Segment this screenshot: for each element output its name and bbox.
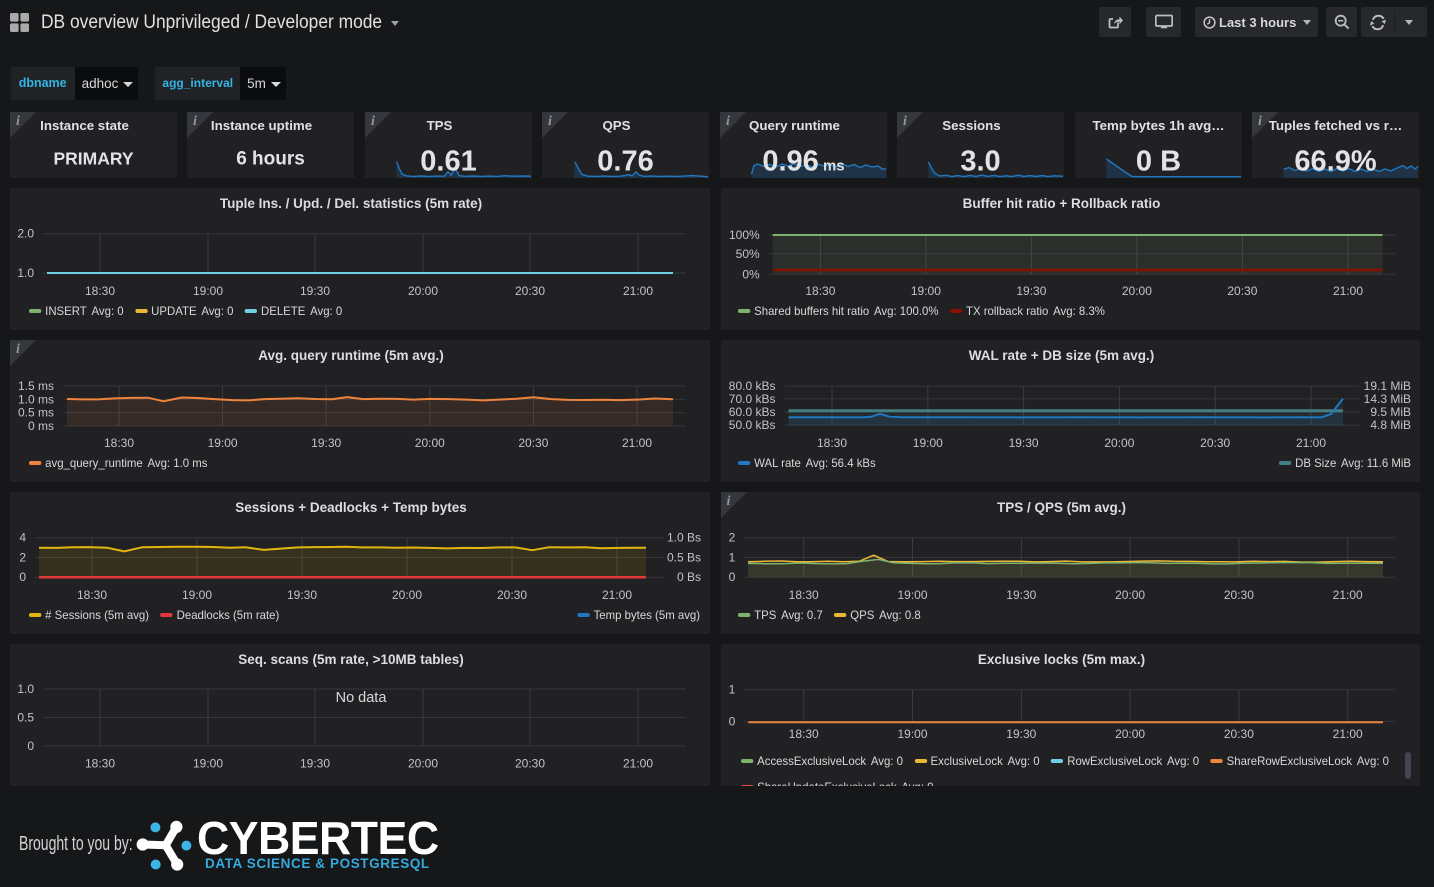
svg-text:9.5 MiB: 9.5 MiB bbox=[1370, 404, 1411, 418]
svg-text:2: 2 bbox=[728, 530, 735, 544]
svg-text:Exclusive locks (5m max.): Exclusive locks (5m max.) bbox=[977, 652, 1144, 667]
svg-text:21:00: 21:00 bbox=[623, 756, 653, 770]
svg-text:19:30: 19:30 bbox=[287, 588, 317, 602]
svg-text:19:00: 19:00 bbox=[193, 756, 223, 770]
svg-text:18:30: 18:30 bbox=[788, 727, 818, 741]
svg-text:20:00: 20:00 bbox=[1115, 727, 1145, 741]
svg-text:18:30: 18:30 bbox=[816, 436, 846, 450]
svg-text:100%: 100% bbox=[728, 228, 759, 242]
svg-text:18:30: 18:30 bbox=[104, 436, 134, 450]
svg-text:50%: 50% bbox=[735, 246, 759, 260]
svg-text:19:00: 19:00 bbox=[910, 284, 940, 298]
svg-text:0 Bs: 0 Bs bbox=[677, 570, 701, 584]
svg-text:1: 1 bbox=[728, 682, 735, 696]
svg-text:20:30: 20:30 bbox=[1227, 284, 1257, 298]
svg-text:20:30: 20:30 bbox=[1223, 727, 1253, 741]
svg-text:1: 1 bbox=[728, 550, 735, 564]
svg-text:50.0 kBs: 50.0 kBs bbox=[728, 418, 775, 432]
svg-text:20:00: 20:00 bbox=[1104, 436, 1134, 450]
svg-text:21:00: 21:00 bbox=[1295, 436, 1325, 450]
svg-text:19:30: 19:30 bbox=[311, 436, 341, 450]
svg-text:20:30: 20:30 bbox=[497, 588, 527, 602]
svg-text:18:30: 18:30 bbox=[788, 588, 818, 602]
svg-text:1.5 ms: 1.5 ms bbox=[18, 379, 54, 393]
svg-text:1.0 Bs: 1.0 Bs bbox=[667, 530, 701, 544]
svg-text:18:30: 18:30 bbox=[805, 284, 835, 298]
svg-text:2.0: 2.0 bbox=[17, 226, 34, 240]
svg-text:70.0 kBs: 70.0 kBs bbox=[728, 391, 775, 405]
svg-text:Tuple Ins. / Upd. / Del. stati: Tuple Ins. / Upd. / Del. statistics (5m … bbox=[220, 196, 482, 211]
svg-text:19:30: 19:30 bbox=[1006, 588, 1036, 602]
svg-text:19:00: 19:00 bbox=[912, 436, 942, 450]
svg-text:19:30: 19:30 bbox=[1008, 436, 1038, 450]
svg-text:2: 2 bbox=[19, 550, 26, 564]
svg-text:Seq. scans (5m rate, >10MB tab: Seq. scans (5m rate, >10MB tables) bbox=[238, 652, 463, 667]
svg-text:WAL rate + DB size (5m avg.): WAL rate + DB size (5m avg.) bbox=[968, 348, 1153, 363]
svg-text:Sessions + Deadlocks + Temp by: Sessions + Deadlocks + Temp bytes bbox=[235, 500, 467, 515]
svg-text:21:00: 21:00 bbox=[623, 284, 653, 298]
svg-text:21:00: 21:00 bbox=[1332, 284, 1362, 298]
svg-text:19:30: 19:30 bbox=[1016, 284, 1046, 298]
svg-text:0: 0 bbox=[728, 570, 735, 584]
svg-text:20:00: 20:00 bbox=[415, 436, 445, 450]
svg-text:0: 0 bbox=[19, 570, 26, 584]
svg-text:1.0: 1.0 bbox=[17, 682, 34, 696]
svg-text:19:30: 19:30 bbox=[1006, 727, 1036, 741]
svg-text:No data: No data bbox=[336, 690, 388, 706]
svg-text:TPS / QPS (5m avg.): TPS / QPS (5m avg.) bbox=[996, 500, 1125, 515]
svg-text:0.5 Bs: 0.5 Bs bbox=[667, 550, 701, 564]
svg-text:20:00: 20:00 bbox=[1115, 588, 1145, 602]
svg-text:21:00: 21:00 bbox=[622, 436, 652, 450]
svg-text:18:30: 18:30 bbox=[77, 588, 107, 602]
svg-text:19:00: 19:00 bbox=[182, 588, 212, 602]
svg-text:19:00: 19:00 bbox=[208, 436, 238, 450]
svg-text:20:30: 20:30 bbox=[515, 756, 545, 770]
svg-text:19:30: 19:30 bbox=[300, 284, 330, 298]
svg-text:20:30: 20:30 bbox=[515, 284, 545, 298]
svg-text:19:30: 19:30 bbox=[300, 756, 330, 770]
svg-text:0: 0 bbox=[27, 739, 34, 753]
svg-text:21:00: 21:00 bbox=[1332, 727, 1362, 741]
svg-text:0%: 0% bbox=[742, 267, 760, 281]
svg-text:19:00: 19:00 bbox=[193, 284, 223, 298]
svg-text:19:00: 19:00 bbox=[897, 727, 927, 741]
svg-text:21:00: 21:00 bbox=[1332, 588, 1362, 602]
svg-text:18:30: 18:30 bbox=[85, 284, 115, 298]
svg-text:0.5: 0.5 bbox=[17, 710, 34, 724]
svg-text:20:00: 20:00 bbox=[392, 588, 422, 602]
svg-text:20:00: 20:00 bbox=[408, 284, 438, 298]
svg-text:Avg. query runtime (5m avg.): Avg. query runtime (5m avg.) bbox=[258, 348, 444, 363]
svg-text:19:00: 19:00 bbox=[897, 588, 927, 602]
svg-text:21:00: 21:00 bbox=[602, 588, 632, 602]
svg-text:4.8 MiB: 4.8 MiB bbox=[1370, 418, 1411, 432]
svg-text:60.0 kBs: 60.0 kBs bbox=[728, 404, 775, 418]
svg-text:20:30: 20:30 bbox=[1200, 436, 1230, 450]
svg-text:20:00: 20:00 bbox=[408, 756, 438, 770]
svg-text:18:30: 18:30 bbox=[85, 756, 115, 770]
svg-text:0.5 ms: 0.5 ms bbox=[18, 405, 54, 419]
svg-text:20:00: 20:00 bbox=[1121, 284, 1151, 298]
svg-text:14.3 MiB: 14.3 MiB bbox=[1363, 391, 1410, 405]
svg-text:0: 0 bbox=[728, 714, 735, 728]
svg-text:1.0: 1.0 bbox=[17, 266, 34, 280]
svg-text:Buffer hit ratio + Rollback ra: Buffer hit ratio + Rollback ratio bbox=[962, 196, 1160, 211]
svg-text:4: 4 bbox=[19, 530, 26, 544]
svg-text:20:30: 20:30 bbox=[1223, 588, 1253, 602]
svg-text:1.0 ms: 1.0 ms bbox=[18, 392, 54, 406]
svg-text:20:30: 20:30 bbox=[518, 436, 548, 450]
svg-text:0 ms: 0 ms bbox=[28, 419, 54, 433]
